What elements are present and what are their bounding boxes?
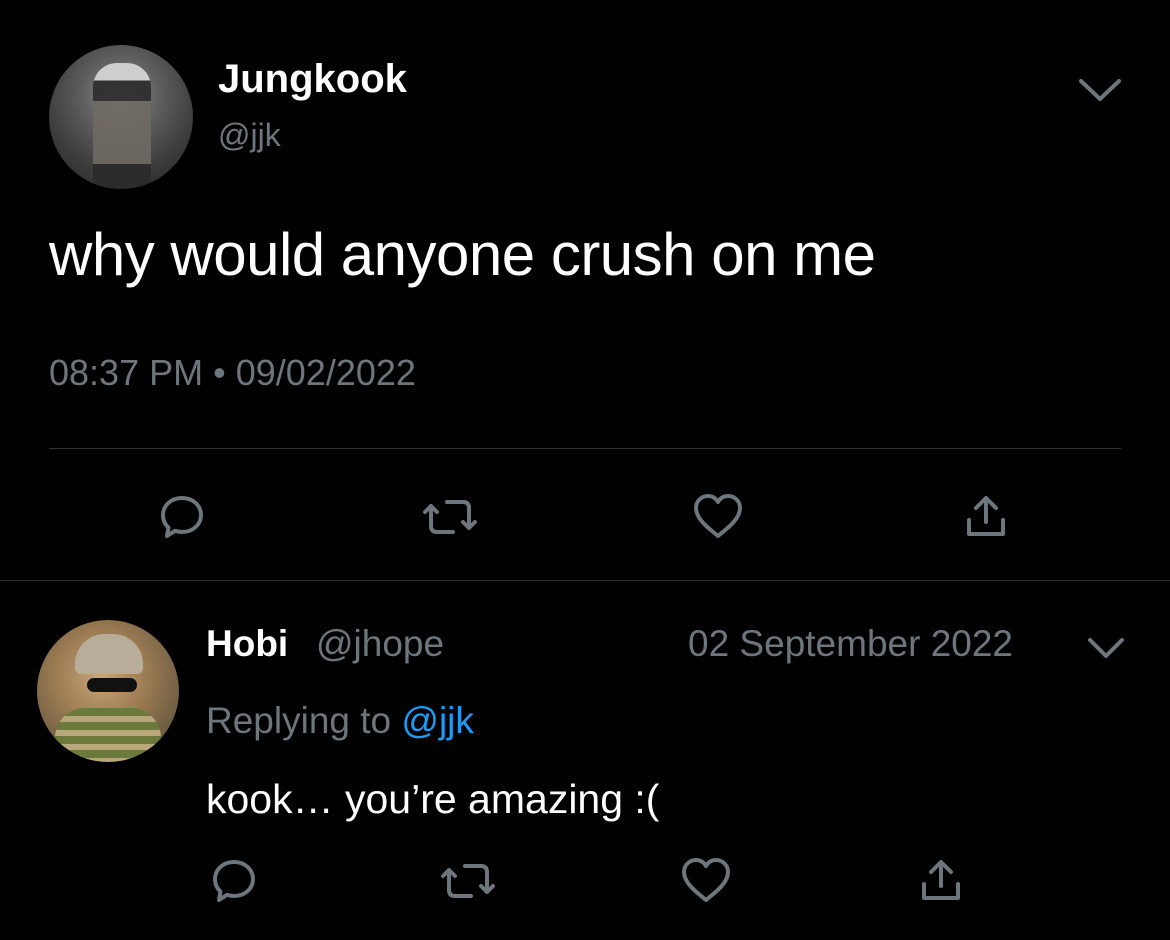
reply-text: kook… you’re amazing :(	[206, 776, 660, 822]
reply-handle[interactable]: @jhope	[316, 623, 444, 665]
reply-avatar[interactable]	[37, 620, 179, 762]
main-tweet-display-name[interactable]: Jungkook	[218, 57, 407, 102]
main-tweet-avatar[interactable]	[49, 45, 193, 189]
divider	[49, 448, 1121, 449]
avatar-shirt	[55, 708, 161, 762]
avatar-sunglasses	[87, 678, 137, 692]
avatar-hat	[75, 634, 143, 674]
like-icon[interactable]	[677, 852, 735, 910]
chevron-down-icon[interactable]	[1086, 636, 1126, 665]
main-tweet-date: 09/02/2022	[235, 352, 416, 393]
replying-to-mention[interactable]: @jjk	[401, 700, 474, 741]
main-tweet-timestamp: 08:37 PM • 09/02/2022	[49, 352, 416, 394]
reply-display-name[interactable]: Hobi	[206, 623, 288, 665]
divider	[0, 580, 1170, 581]
avatar-figure	[93, 63, 151, 189]
main-tweet-time: 08:37 PM	[49, 352, 204, 393]
retweet-icon[interactable]	[439, 852, 497, 910]
like-icon[interactable]	[689, 488, 747, 546]
replying-to-label: Replying to	[206, 700, 392, 741]
reply-icon[interactable]	[153, 488, 211, 546]
reply-date[interactable]: 02 September 2022	[688, 623, 1013, 665]
main-tweet-handle[interactable]: @jjk	[218, 117, 281, 154]
main-tweet-text: why would anyone crush on me	[49, 221, 876, 288]
share-icon[interactable]	[912, 852, 970, 910]
replying-to: Replying to @jjk	[206, 700, 474, 742]
reply-icon[interactable]	[205, 852, 263, 910]
retweet-icon[interactable]	[421, 488, 479, 546]
chevron-down-icon[interactable]	[1077, 76, 1123, 109]
share-icon[interactable]	[957, 488, 1015, 546]
main-tweet-separator: •	[213, 352, 226, 393]
